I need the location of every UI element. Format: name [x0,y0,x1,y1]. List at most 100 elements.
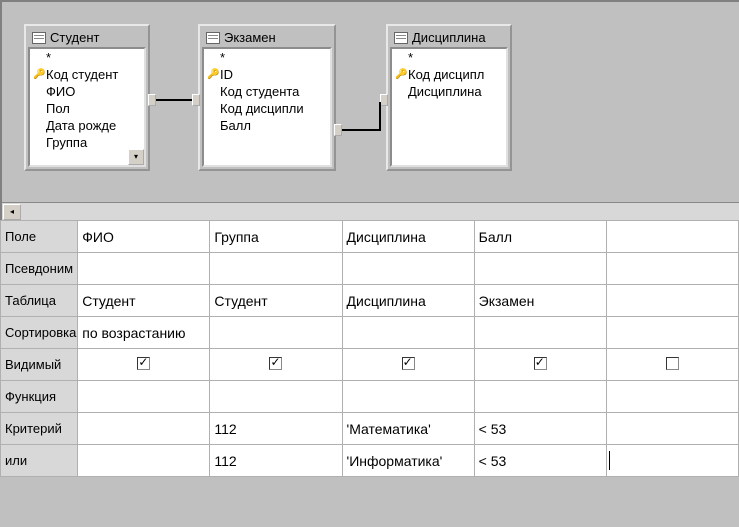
grid-cell[interactable] [210,317,342,349]
field-list[interactable]: * 🔑ID Код студента Код дисципли Балл [202,47,332,167]
horizontal-scrollbar[interactable]: ◂ [2,202,739,220]
field-row[interactable]: Код дисципли [204,100,330,117]
grid-cell[interactable] [78,381,210,413]
scroll-left-button[interactable]: ◂ [3,204,21,220]
field-row[interactable]: 🔑Код студент [30,66,144,83]
table-title-label: Экзамен [224,30,276,45]
grid-row-visible: Видимый [1,349,739,381]
grid-cell[interactable]: Студент [78,285,210,317]
grid-cell[interactable]: Дисциплина [342,221,474,253]
grid-cell[interactable]: Студент [210,285,342,317]
row-header: Сортировка [1,317,78,349]
row-header: или [1,445,78,477]
grid-cell[interactable]: Экзамен [474,285,606,317]
grid-cell-visible[interactable] [474,349,606,381]
row-header: Функция [1,381,78,413]
checkbox-icon[interactable] [534,357,547,370]
grid-cell[interactable] [606,253,738,285]
grid-row-field: Поле ФИО Группа Дисциплина Балл [1,221,739,253]
key-icon: 🔑 [33,69,43,80]
field-row[interactable]: Дисциплина [392,83,506,100]
grid-cell[interactable]: 'Информатика' [342,445,474,477]
grid-cell[interactable] [474,381,606,413]
field-row[interactable]: Дата рожде [30,117,144,134]
checkbox-icon[interactable] [402,357,415,370]
grid-cell[interactable]: < 53 [474,445,606,477]
grid-cell[interactable]: ФИО [78,221,210,253]
grid-cell-visible[interactable] [606,349,738,381]
grid-cell-visible[interactable] [210,349,342,381]
grid-cell[interactable] [474,317,606,349]
grid-cell[interactable] [606,285,738,317]
field-list[interactable]: * 🔑Код дисципл Дисциплина [390,47,508,167]
table-icon [32,32,46,44]
grid-cell[interactable] [606,381,738,413]
table-box-student[interactable]: Студент * 🔑Код студент ФИО Пол Дата рожд… [24,24,150,171]
field-row[interactable]: * [30,49,144,66]
grid-cell[interactable]: < 53 [474,413,606,445]
grid-cell-visible[interactable] [342,349,474,381]
grid-row-table: Таблица Студент Студент Дисциплина Экзам… [1,285,739,317]
row-header: Критерий [1,413,78,445]
grid-cell[interactable] [210,253,342,285]
field-row[interactable]: 🔑Код дисципл [392,66,506,83]
grid-cell[interactable]: 112 [210,413,342,445]
grid-cell-visible[interactable] [78,349,210,381]
grid-cell[interactable] [474,253,606,285]
grid-cell[interactable] [342,381,474,413]
field-row[interactable]: Балл [204,117,330,134]
row-header: Псевдоним [1,253,78,285]
grid-row-sort: Сортировка по возрастанию [1,317,739,349]
row-header: Таблица [1,285,78,317]
row-header: Видимый [1,349,78,381]
grid-row-alias: Псевдоним [1,253,739,285]
grid-cell-active[interactable] [606,445,738,477]
grid-cell[interactable]: Балл [474,221,606,253]
field-row[interactable]: Пол [30,100,144,117]
key-icon: 🔑 [207,69,217,80]
grid-cell[interactable] [342,317,474,349]
table-icon [394,32,408,44]
table-title: Экзамен [202,28,332,47]
grid-cell[interactable]: 112 [210,445,342,477]
grid-row-or: или 112 'Информатика' < 53 [1,445,739,477]
field-row[interactable]: * [392,49,506,66]
table-box-exam[interactable]: Экзамен * 🔑ID Код студента Код дисципли … [198,24,336,171]
grid-cell[interactable] [606,413,738,445]
grid-cell[interactable]: Группа [210,221,342,253]
table-box-discipline[interactable]: Дисциплина * 🔑Код дисципл Дисциплина [386,24,512,171]
table-icon [206,32,220,44]
grid-cell[interactable] [606,317,738,349]
relationship-line[interactable] [148,92,200,108]
checkbox-icon[interactable] [137,357,150,370]
grid-cell[interactable] [342,253,474,285]
scroll-down-button[interactable]: ▾ [128,149,144,165]
key-icon: 🔑 [395,69,405,80]
field-row[interactable]: Группа [30,134,144,151]
field-list[interactable]: * 🔑Код студент ФИО Пол Дата рожде Группа… [28,47,146,167]
field-row[interactable]: ФИО [30,83,144,100]
grid-cell[interactable]: 'Математика' [342,413,474,445]
grid-cell[interactable]: по возрастанию [78,317,210,349]
table-title: Дисциплина [390,28,508,47]
grid-row-criteria: Критерий 112 'Математика' < 53 [1,413,739,445]
field-row[interactable]: Код студента [204,83,330,100]
table-title-label: Дисциплина [412,30,486,45]
checkbox-icon[interactable] [666,357,679,370]
field-row[interactable]: 🔑ID [204,66,330,83]
table-title-label: Студент [50,30,100,45]
checkbox-icon[interactable] [269,357,282,370]
grid-cell[interactable] [78,413,210,445]
relationship-line[interactable] [334,122,388,138]
field-row[interactable]: * [204,49,330,66]
grid-cell[interactable] [78,445,210,477]
grid-cell[interactable] [606,221,738,253]
grid-cell[interactable]: Дисциплина [342,285,474,317]
grid-cell[interactable] [210,381,342,413]
relationship-diagram-pane[interactable]: Студент * 🔑Код студент ФИО Пол Дата рожд… [0,0,739,220]
table-title: Студент [28,28,146,47]
query-design-grid[interactable]: Поле ФИО Группа Дисциплина Балл Псевдони… [0,220,739,477]
grid-row-function: Функция [1,381,739,413]
grid-cell[interactable] [78,253,210,285]
row-header: Поле [1,221,78,253]
